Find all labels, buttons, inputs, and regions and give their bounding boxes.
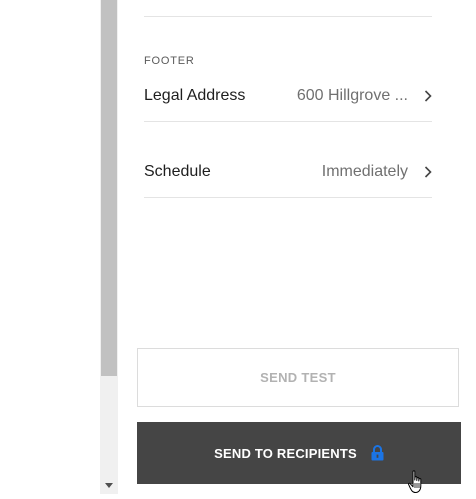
scrollbar-thumb[interactable] [101, 0, 117, 376]
send-to-recipients-label: SEND TO RECIPIENTS [214, 445, 357, 461]
legal-address-value: 600 Hillgrove ... [296, 87, 408, 104]
divider [144, 121, 432, 122]
legal-address-row[interactable]: Legal Address 600 Hillgrove ... [144, 84, 432, 108]
chevron-right-icon [408, 90, 432, 102]
hand-pointer-icon [408, 470, 426, 499]
left-pane [0, 0, 100, 494]
divider [144, 197, 432, 198]
scroll-down-button[interactable] [100, 476, 118, 494]
section-label-footer: FOOTER [144, 55, 195, 67]
schedule-label: Schedule [144, 163, 211, 180]
divider [144, 16, 432, 17]
schedule-row[interactable]: Schedule Immediately [144, 160, 432, 184]
send-test-label: SEND TEST [260, 370, 336, 385]
email-settings-panel: FOOTER Legal Address 600 Hillgrove ... S… [118, 0, 476, 494]
schedule-value: Immediately [321, 163, 408, 180]
chevron-right-icon [408, 166, 432, 178]
lock-icon [371, 445, 384, 461]
send-test-button[interactable]: SEND TEST [137, 348, 459, 407]
scrollbar[interactable] [100, 0, 118, 494]
legal-address-label: Legal Address [144, 87, 246, 104]
chevron-down-icon [105, 482, 113, 488]
